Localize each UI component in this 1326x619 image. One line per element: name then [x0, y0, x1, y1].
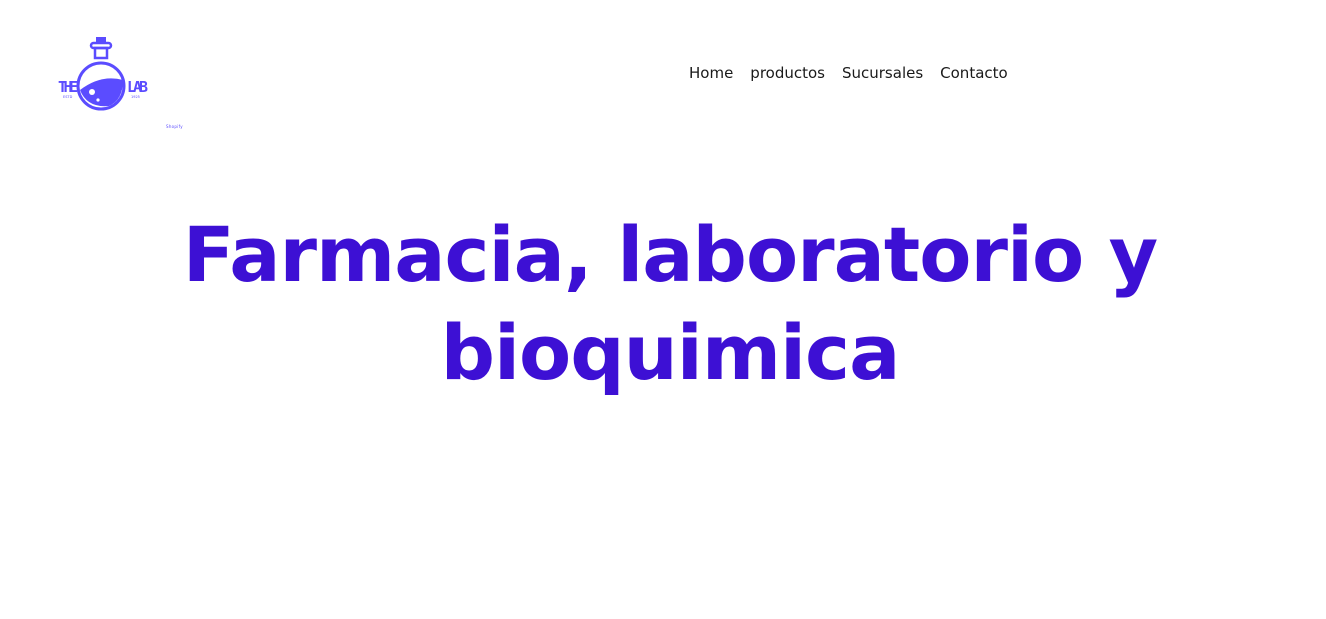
nav-item-productos[interactable]: productos	[750, 64, 825, 82]
main-nav: Home productos Sucursales Contacto	[689, 64, 1008, 82]
logo-text-left: THE	[58, 78, 78, 96]
nav-item-contacto[interactable]: Contacto	[940, 64, 1008, 82]
logo-small-right: 1925	[131, 95, 140, 99]
nav-item-sucursales[interactable]: Sucursales	[842, 64, 923, 82]
logo-small-left: ESTD	[63, 95, 73, 99]
logo-text-right: LAB	[127, 78, 148, 96]
logo-caption: Shopify	[166, 124, 183, 129]
the-lab-logo[interactable]: THE LAB ESTD 1925	[57, 36, 151, 112]
flask-logo-icon: THE LAB ESTD 1925	[58, 37, 148, 111]
nav-item-home[interactable]: Home	[689, 64, 733, 82]
page: THE LAB ESTD 1925 Shopify Home productos…	[0, 0, 1326, 619]
hero-title: Farmacia, laboratorio y bioquimica	[182, 210, 1158, 397]
